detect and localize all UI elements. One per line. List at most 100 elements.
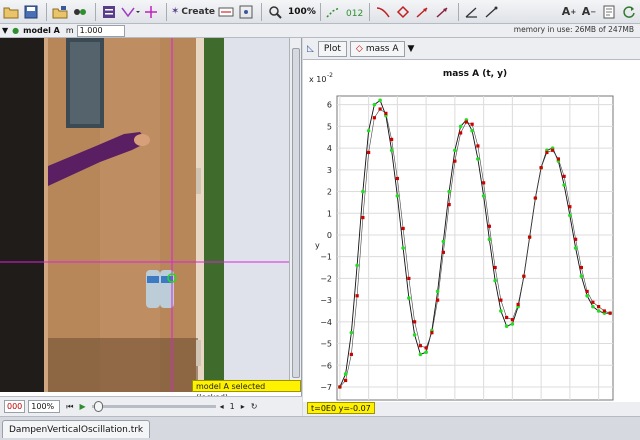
y-tick-label: 1 [327, 209, 332, 218]
track-control-icon[interactable] [217, 2, 235, 22]
data-point [608, 311, 612, 315]
clip-settings-icon[interactable] [100, 2, 118, 22]
data-point [413, 320, 417, 324]
data-point [367, 150, 371, 155]
model-point [562, 183, 566, 187]
y-tick-label: −3 [320, 296, 332, 305]
y-tick-label: −4 [320, 318, 332, 327]
refresh-icon[interactable] [620, 2, 638, 22]
svg-text:012: 012 [346, 9, 363, 19]
file-tab[interactable]: DampenVerticalOscillation.trk [2, 420, 151, 438]
data-point [418, 344, 422, 348]
model-point [573, 246, 578, 250]
model-point [510, 322, 515, 326]
data-point [430, 331, 434, 335]
path-trail-icon[interactable] [325, 2, 343, 22]
loop-icon[interactable]: ↻ [251, 402, 258, 411]
model-point [424, 350, 428, 355]
model-point [372, 102, 377, 107]
vector-sum-icon[interactable] [463, 2, 481, 22]
track-control-bar: ▼ ● model A m 1.000 memory in use: 26MB … [0, 24, 640, 38]
y-tick-label: 0 [327, 231, 332, 240]
data-point [390, 137, 394, 142]
model-point [476, 157, 480, 161]
curve-line-icon[interactable] [374, 2, 392, 22]
y-multiplier-label: x 10 [309, 75, 326, 84]
data-point [551, 148, 555, 152]
frame-counter[interactable]: 000 [4, 400, 26, 413]
y-tick-label: 2 [327, 188, 332, 197]
data-point [470, 122, 474, 126]
data-point [344, 378, 348, 383]
y-multiplier-exponent: -2 [327, 72, 333, 79]
model-point [579, 274, 584, 279]
data-point [453, 159, 457, 163]
step-forward-icon[interactable]: ▸ [241, 402, 245, 411]
model-point [355, 263, 359, 268]
model-point [453, 148, 457, 153]
mass-field[interactable]: 1.000 [76, 24, 125, 37]
video-scrollbar[interactable] [289, 38, 301, 392]
export-icon[interactable] [71, 2, 89, 22]
center-of-mass-icon[interactable] [483, 2, 501, 22]
step-size[interactable]: 1 [230, 402, 235, 411]
create-track-button[interactable]: ✶ Create [171, 2, 215, 22]
zoom-magnifier-icon[interactable] [266, 2, 284, 22]
step-back-icon[interactable]: ◂ [220, 402, 224, 411]
rewind-icon[interactable]: ⏮ [66, 402, 73, 412]
zoom-level[interactable]: 100% [288, 7, 316, 17]
data-point [407, 276, 411, 280]
model-point [441, 239, 446, 244]
acceleration-vector-icon[interactable] [434, 2, 452, 22]
position-marker-icon[interactable] [394, 2, 412, 22]
open-folder-icon[interactable] [2, 2, 20, 22]
model-point [568, 213, 572, 218]
data-point [591, 300, 595, 304]
data-point [459, 131, 463, 135]
data-point [464, 120, 468, 124]
model-point [366, 128, 371, 133]
data-point [562, 174, 566, 178]
track-marker-icon: ● [12, 26, 20, 35]
model-point [447, 189, 451, 194]
font-decrease-icon[interactable]: A − [580, 2, 598, 22]
frame-slider[interactable] [91, 400, 216, 413]
toolbar-divider [95, 2, 96, 21]
scrollbar-thumb[interactable] [292, 48, 300, 378]
trail-length-icon[interactable]: 012 [345, 2, 363, 22]
main-toolbar: ✶ Create 100% 012 A + A − [0, 0, 640, 24]
model-point [591, 304, 595, 309]
toolbar-divider [261, 2, 263, 21]
velocity-vector-icon[interactable] [414, 2, 432, 22]
data-point [476, 144, 480, 148]
y-tick-label: −6 [320, 361, 332, 370]
notes-icon[interactable] [600, 2, 618, 22]
chart-title: mass A (t, y) [443, 69, 507, 79]
track-menu-arrow-icon[interactable]: ▼ [2, 26, 8, 35]
play-icon[interactable]: ▶ [79, 402, 85, 411]
track-selector[interactable]: ◇ mass A [349, 40, 405, 57]
coordinate-axes-icon[interactable] [142, 2, 160, 22]
y-tick-label: −2 [320, 274, 332, 283]
data-point [441, 250, 445, 254]
calibration-icon[interactable] [120, 2, 140, 22]
autotracker-icon[interactable] [237, 2, 255, 22]
memory-status: memory in use: 26MB of 247MB [513, 25, 634, 34]
open-video-icon[interactable] [51, 2, 69, 22]
font-increase-icon[interactable]: A + [560, 2, 578, 22]
save-icon[interactable] [22, 2, 40, 22]
track-name[interactable]: model A [23, 26, 60, 35]
track-dropdown-icon[interactable]: ▼ [408, 44, 415, 54]
data-point [574, 237, 578, 241]
video-frame[interactable] [0, 38, 290, 392]
data-point [510, 318, 514, 322]
position-plot[interactable]: 6543210−1−2−3−4−5−6−700.511.522.533.544.… [303, 60, 640, 402]
model-point [407, 296, 411, 300]
data-point [522, 274, 526, 278]
slider-knob[interactable] [93, 401, 103, 412]
video-zoom-field[interactable]: 100% [28, 400, 61, 413]
y-tick-label: −5 [320, 340, 332, 349]
plot-tab[interactable]: Plot [317, 40, 347, 57]
data-point [516, 302, 520, 307]
data-point [499, 298, 503, 302]
